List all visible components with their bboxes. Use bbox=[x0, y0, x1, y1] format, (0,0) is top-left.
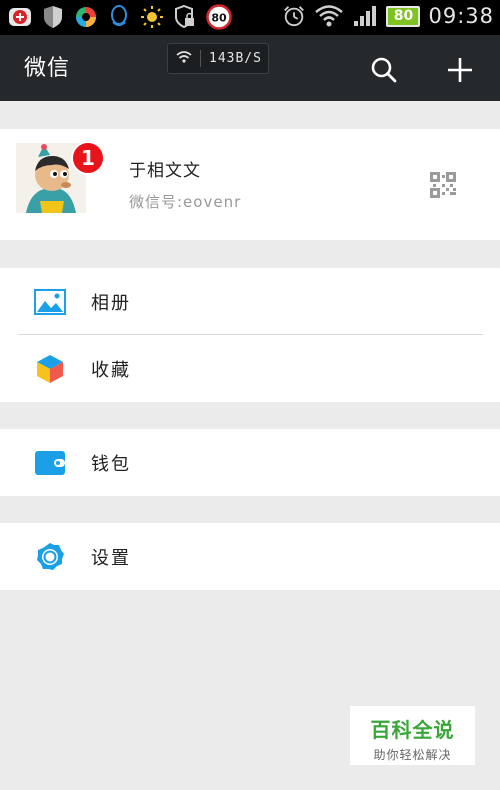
menu-label-album: 相册 bbox=[91, 292, 131, 314]
menu-group-wallet: 钱包 bbox=[0, 429, 500, 496]
menu-item-settings[interactable]: 设置 bbox=[0, 523, 500, 590]
wifi-icon bbox=[314, 4, 344, 28]
menu-label-settings: 设置 bbox=[91, 547, 131, 569]
battery-indicator: 80 bbox=[386, 5, 421, 27]
add-button[interactable] bbox=[440, 50, 480, 90]
plus-icon bbox=[448, 58, 472, 82]
nickname: 于相文文 bbox=[129, 161, 201, 181]
app-title: 微信 bbox=[24, 56, 71, 81]
speed-limit-value: 80 bbox=[211, 12, 227, 25]
record-app-icon bbox=[8, 5, 32, 29]
menu-group-settings: 设置 bbox=[0, 523, 500, 590]
watermark-title: 百科全说 bbox=[370, 718, 455, 742]
status-clock: 09:38 bbox=[428, 4, 494, 28]
menu-group-content: 相册 收藏 bbox=[0, 268, 500, 402]
favorites-cube-icon bbox=[33, 352, 67, 386]
qr-code-icon[interactable] bbox=[430, 172, 456, 198]
system-status: 80 09:38 bbox=[282, 4, 494, 28]
speed-limit-80-icon: 80 bbox=[206, 4, 232, 30]
menu-label-favorites: 收藏 bbox=[91, 359, 131, 381]
settings-gear-icon bbox=[33, 540, 67, 574]
brightness-icon bbox=[140, 5, 164, 29]
menu-label-wallet: 钱包 bbox=[91, 453, 131, 475]
wallet-icon bbox=[33, 446, 67, 480]
qq-penguin-icon bbox=[107, 5, 131, 29]
alarm-clock-icon bbox=[282, 4, 306, 28]
lock-shield-icon bbox=[173, 5, 197, 29]
colorful-app-icon bbox=[74, 5, 98, 29]
status-bar: 80 80 09:38 bbox=[0, 0, 500, 35]
signal-icon bbox=[352, 4, 378, 28]
watermark-subtitle: 助你轻松解决 bbox=[373, 748, 452, 762]
search-button[interactable] bbox=[364, 50, 404, 90]
menu-item-album[interactable]: 相册 bbox=[0, 268, 500, 335]
watermark-logo: 百科全说 助你轻松解决 bbox=[350, 706, 475, 765]
album-icon bbox=[33, 285, 67, 319]
wifi-icon bbox=[176, 49, 192, 68]
wechat-id: 微信号:eovenr bbox=[129, 193, 242, 211]
menu-item-favorites[interactable]: 收藏 bbox=[0, 335, 500, 402]
network-speed-text: 143B/S bbox=[209, 51, 262, 66]
menu-item-wallet[interactable]: 钱包 bbox=[0, 429, 500, 496]
divider bbox=[200, 50, 201, 67]
notification-badge: 1 bbox=[71, 141, 105, 175]
shield-icon bbox=[41, 5, 65, 29]
action-bar: 微信 143B/S bbox=[0, 35, 500, 101]
network-speed-indicator: 143B/S bbox=[167, 43, 269, 74]
search-icon bbox=[371, 57, 397, 83]
notification-icons: 80 bbox=[8, 4, 232, 30]
